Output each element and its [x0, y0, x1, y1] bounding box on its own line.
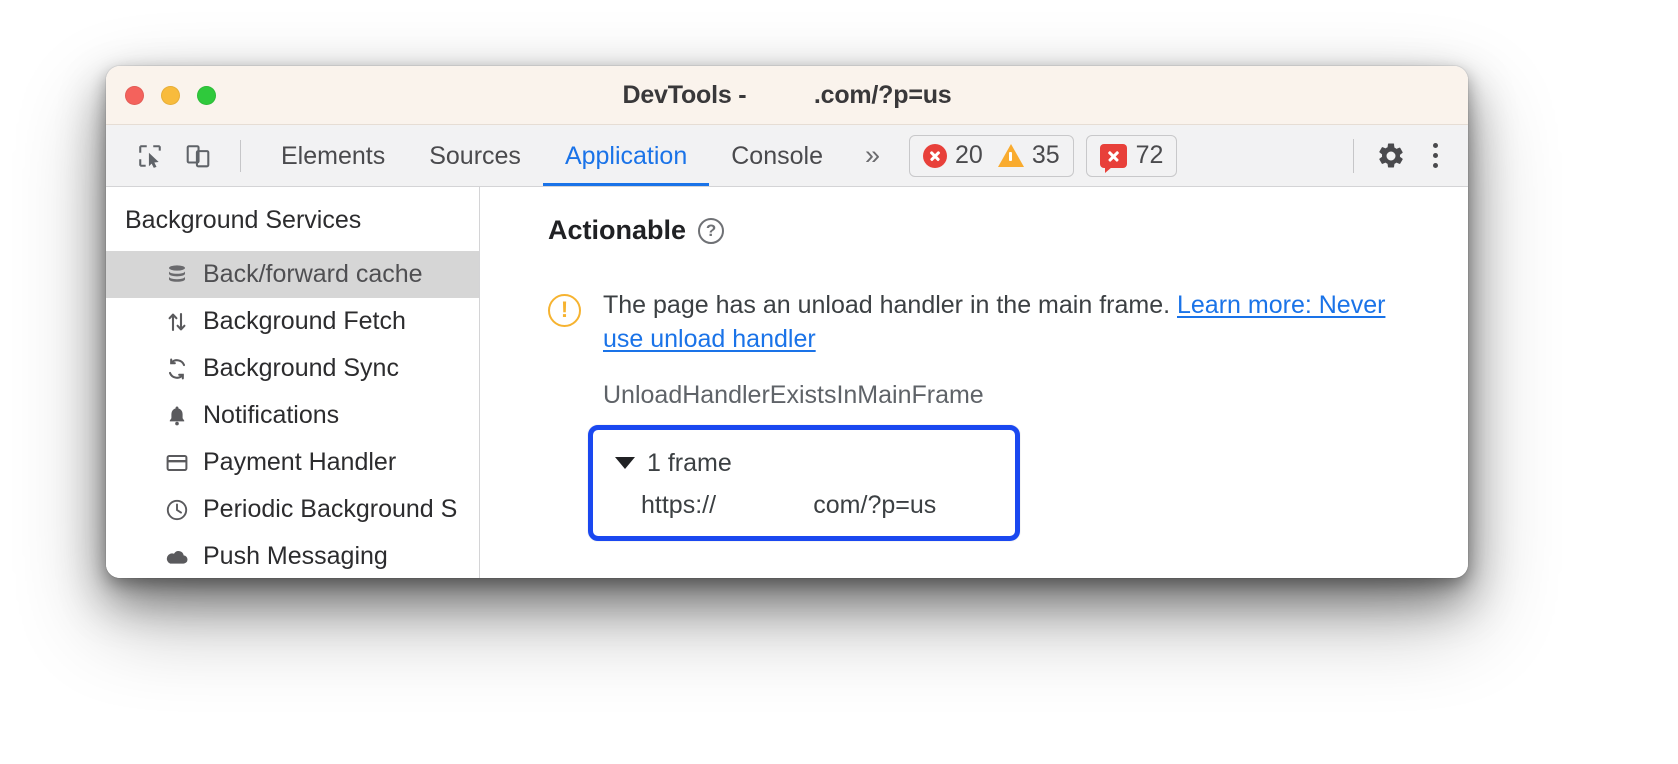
more-tabs-icon[interactable]: » — [845, 140, 897, 171]
gear-icon[interactable] — [1370, 135, 1412, 177]
application-sidebar: Background Services Back/forward cache B… — [106, 187, 480, 578]
frame-url[interactable]: https:// com/?p=us — [593, 484, 1015, 526]
devtools-toolbar: Elements Sources Application Console » 2… — [106, 125, 1468, 187]
sidebar-section-header: Background Services — [125, 206, 362, 234]
inspect-element-icon[interactable] — [130, 136, 170, 176]
bfcache-main-panel: Actionable ? The page has an unload hand… — [480, 187, 1468, 578]
sidebar-item-periodic-background-sync[interactable]: Periodic Background S — [106, 486, 479, 533]
triangle-down-icon[interactable] — [615, 457, 635, 469]
device-toolbar-icon[interactable] — [178, 136, 218, 176]
sidebar-item-label: Notifications — [203, 401, 340, 429]
sidebar-item-payment-handler[interactable]: Payment Handler — [106, 439, 479, 486]
tab-sources[interactable]: Sources — [407, 125, 543, 186]
cloud-icon — [164, 544, 190, 570]
error-count: 20 — [955, 141, 983, 169]
sidebar-item-notifications[interactable]: Notifications — [106, 392, 479, 439]
issue-description: The page has an unload handler in the ma… — [603, 288, 1403, 356]
screenshot-stage: DevTools - .com/?p=us Elements Sources A… — [0, 0, 1678, 764]
warning-triangle-icon — [997, 144, 1024, 167]
issue-bubble-icon — [1099, 143, 1127, 173]
sidebar-item-background-fetch[interactable]: Background Fetch — [106, 298, 479, 345]
kebab-menu-icon[interactable] — [1418, 135, 1452, 177]
sidebar-item-label: Background Sync — [203, 354, 399, 382]
issue-row: The page has an unload handler in the ma… — [548, 288, 1468, 356]
sidebar-item-label: Periodic Background S — [203, 495, 458, 523]
database-icon — [164, 262, 190, 288]
toolbar-divider — [240, 139, 241, 172]
warning-count: 35 — [1031, 141, 1060, 169]
issues-count: 72 — [1135, 141, 1164, 169]
window-titlebar: DevTools - .com/?p=us — [106, 66, 1468, 125]
sync-arrows-icon — [164, 356, 190, 382]
toolbar-divider-right — [1353, 138, 1354, 173]
sidebar-item-push-messaging[interactable]: Push Messaging — [106, 533, 479, 578]
section-header: Actionable ? — [548, 215, 1468, 246]
tab-console[interactable]: Console — [709, 125, 845, 186]
bell-icon — [164, 403, 190, 429]
error-circle-icon — [923, 143, 948, 168]
sidebar-item-back-forward-cache[interactable]: Back/forward cache — [106, 251, 479, 298]
sidebar-item-label: Background Fetch — [203, 307, 406, 335]
devtools-body: Background Services Back/forward cache B… — [106, 187, 1468, 578]
issue-message: The page has an unload handler in the ma… — [603, 291, 1177, 319]
sidebar-item-label: Payment Handler — [203, 448, 397, 476]
tab-application[interactable]: Application — [543, 125, 709, 186]
tab-elements[interactable]: Elements — [259, 125, 407, 186]
issue-identifier: UnloadHandlerExistsInMainFrame — [603, 381, 984, 409]
clock-icon — [164, 497, 190, 523]
arrows-up-down-icon — [164, 309, 190, 335]
sidebar-item-background-sync[interactable]: Background Sync — [106, 345, 479, 392]
console-counters[interactable]: 20 35 — [909, 134, 1074, 177]
frame-tree-toggle[interactable]: 1 frame — [593, 442, 1015, 484]
warning-counter[interactable]: 35 — [997, 141, 1060, 170]
error-counter[interactable]: 20 — [923, 141, 983, 170]
sidebar-item-label: Push Messaging — [203, 542, 388, 570]
credit-card-icon — [164, 450, 190, 476]
page-title: Actionable — [548, 215, 687, 245]
devtools-window: DevTools - .com/?p=us Elements Sources A… — [106, 66, 1468, 578]
window-title: DevTools - .com/?p=us — [622, 80, 952, 109]
frame-count-label: 1 frame — [647, 448, 732, 477]
issues-counter[interactable]: 72 — [1085, 134, 1178, 177]
toolbar-right-group — [1337, 135, 1468, 177]
warning-exclamation-circle-icon — [548, 294, 581, 327]
frame-tree-highlight-box: 1 frame https:// com/?p=us — [588, 425, 1020, 541]
help-question-icon[interactable]: ? — [698, 217, 725, 244]
sidebar-item-label: Back/forward cache — [203, 260, 423, 288]
